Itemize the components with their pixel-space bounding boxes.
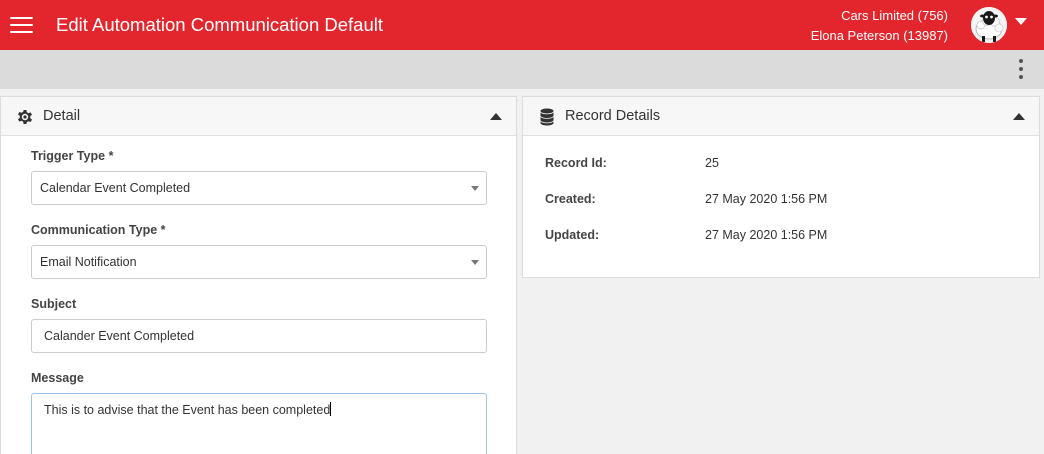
communication-type-label: Communication Type *	[31, 223, 166, 237]
top-header-bar: Edit Automation Communication Default Ca…	[0, 0, 1044, 50]
collapse-detail-icon[interactable]	[490, 113, 502, 120]
hamburger-menu-icon[interactable]	[10, 14, 33, 36]
chevron-down-icon	[471, 260, 479, 265]
collapse-record-details-icon[interactable]	[1013, 113, 1025, 120]
subject-value: Calander Event Completed	[44, 329, 195, 343]
communication-type-select[interactable]: Email Notification	[31, 245, 487, 279]
subject-input[interactable]: Calander Event Completed	[31, 319, 487, 353]
message-label: Message	[31, 371, 84, 385]
communication-type-value: Email Notification	[40, 255, 137, 269]
record-id-value: 25	[705, 156, 719, 170]
record-details-panel: Record Details Record Id: 25 Created: 27…	[522, 96, 1040, 278]
account-info[interactable]: Cars Limited (756) Elona Peterson (13987…	[811, 6, 948, 46]
user-name: Elona Peterson (13987)	[810, 28, 948, 43]
more-options-icon[interactable]	[1015, 58, 1027, 82]
account-dropdown-caret-icon[interactable]	[1015, 18, 1027, 25]
record-details-panel-header[interactable]: Record Details	[523, 97, 1039, 136]
detail-panel-title: Detail	[43, 108, 81, 124]
updated-value: 27 May 2020 1:56 PM	[705, 228, 828, 242]
record-id-label: Record Id:	[545, 156, 607, 170]
trigger-type-select[interactable]: Calendar Event Completed	[31, 171, 487, 205]
text-cursor	[330, 402, 332, 416]
page-title: Edit Automation Communication Default	[56, 14, 384, 35]
created-label: Created:	[545, 192, 596, 206]
message-value: This is to advise that the Event has bee…	[44, 403, 331, 417]
company-name: Cars Limited (756)	[841, 8, 948, 23]
trigger-type-value: Calendar Event Completed	[40, 181, 191, 195]
toolbar	[0, 50, 1044, 89]
message-textarea[interactable]: This is to advise that the Event has bee…	[31, 393, 487, 454]
gear-icon	[15, 107, 35, 127]
chevron-down-icon	[471, 186, 479, 191]
subject-label: Subject	[31, 297, 77, 311]
trigger-type-label: Trigger Type *	[31, 149, 114, 163]
detail-panel: Detail Trigger Type * Calendar Event Com…	[0, 96, 517, 454]
database-icon	[537, 107, 557, 127]
avatar[interactable]	[971, 7, 1007, 43]
detail-panel-header[interactable]: Detail	[1, 97, 516, 136]
created-value: 27 May 2020 1:56 PM	[705, 192, 828, 206]
record-details-panel-title: Record Details	[565, 108, 661, 124]
updated-label: Updated:	[545, 228, 600, 242]
